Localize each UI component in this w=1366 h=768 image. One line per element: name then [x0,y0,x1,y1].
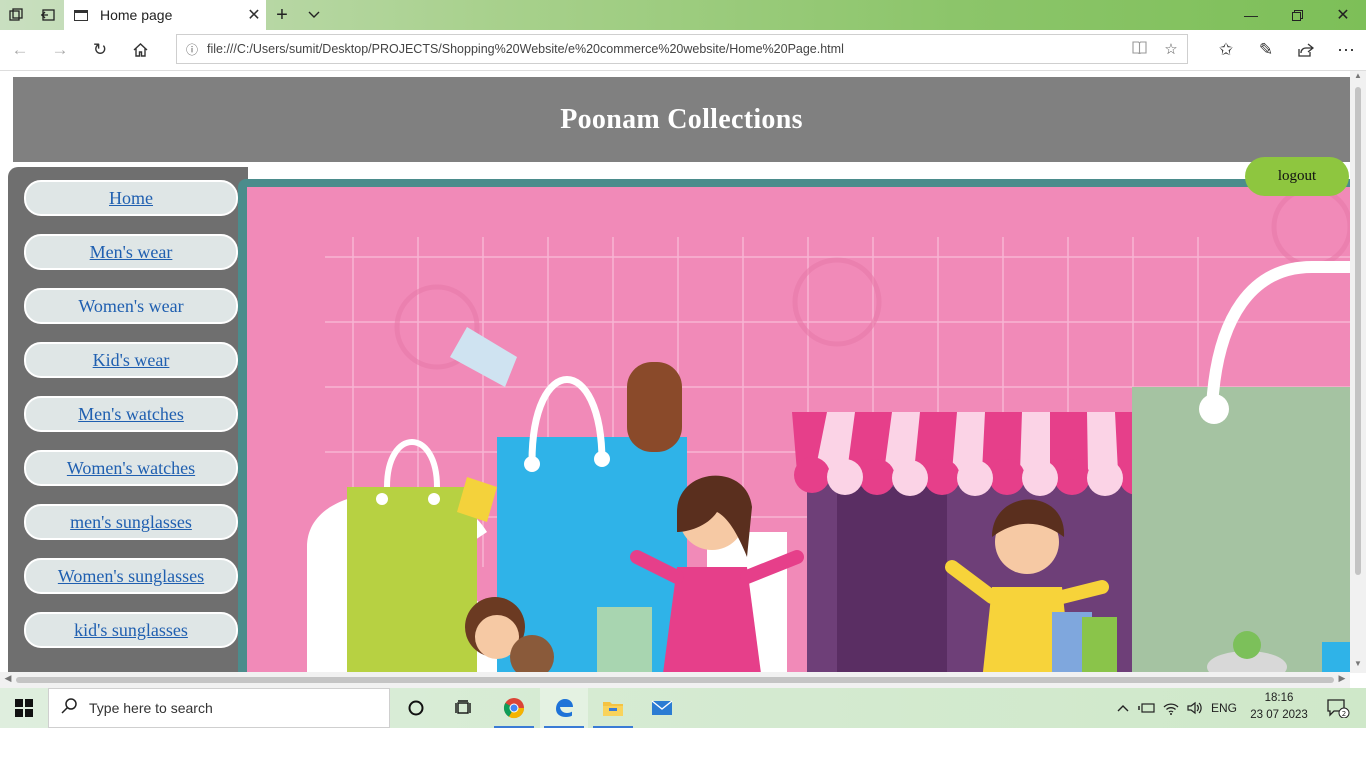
category-sidebar: Home Men's wear Women's wear Kid's wear … [8,167,248,687]
set-tabs-aside-icon[interactable] [32,0,64,30]
close-tab-icon[interactable]: ✕ [242,5,266,25]
tab-title: Home page [100,7,173,23]
page-viewport: Poonam Collections Home Men's wear Women… [0,71,1366,688]
shopping-illustration [247,187,1350,681]
info-icon[interactable]: ⓘ [177,41,207,58]
edge-icon[interactable] [540,688,588,728]
favorite-star-icon[interactable]: ☆ [1155,40,1187,58]
taskbar-clock[interactable]: 18:16 23 07 2023 [1244,690,1314,724]
taskbar-search-box[interactable]: Type here to search [48,688,390,728]
vertical-scrollbar[interactable]: ▲ ▼ [1350,71,1366,673]
reading-view-icon[interactable] [1123,40,1155,58]
header-divider [13,162,1350,165]
language-indicator[interactable]: ENG [1208,688,1240,728]
url-text: file:///C:/Users/sumit/Desktop/PROJECTS/… [207,42,844,56]
page-icon [74,9,88,21]
share-icon[interactable] [1292,36,1320,64]
nav-kids-sunglasses-link[interactable]: kid's sunglasses [24,612,238,648]
back-icon[interactable]: ← [6,36,34,64]
screen-bottom-area [0,728,1366,768]
nav-mens-sunglasses-link[interactable]: men's sunglasses [24,504,238,540]
new-tab-icon[interactable]: + [266,0,298,30]
notification-count: 2 [1342,710,1346,718]
favorites-list-icon[interactable]: ✩ [1212,36,1240,64]
tab-actions-icon[interactable] [0,0,32,30]
file-explorer-icon[interactable] [589,688,637,728]
scroll-up-icon[interactable]: ▲ [1350,71,1366,85]
site-title: Poonam Collections [560,103,803,135]
clock-date: 23 07 2023 [1250,709,1308,721]
vertical-scroll-thumb[interactable] [1355,87,1361,575]
search-icon [49,697,89,719]
shopping-banner-image [247,187,1350,681]
main-content-frame [238,179,1350,688]
clock-time: 18:16 [1264,692,1294,704]
windows-start-icon[interactable] [0,688,48,728]
horizontal-scroll-thumb[interactable] [16,677,1334,683]
nav-mens-watches-link[interactable]: Men's watches [24,396,238,432]
nav-home-link[interactable]: Home [24,180,238,216]
horizontal-scrollbar[interactable]: ◀ ▶ [0,672,1350,688]
mail-icon[interactable] [638,688,686,728]
action-center-icon[interactable]: 2 [1318,688,1358,728]
cortana-icon[interactable] [392,688,440,728]
home-icon[interactable] [126,36,154,64]
forward-icon[interactable]: → [46,36,74,64]
tab-preview-chevron-icon[interactable] [298,0,330,30]
more-menu-icon[interactable]: ⋯ [1332,36,1360,64]
battery-icon[interactable] [1136,688,1158,728]
close-window-icon[interactable]: ✕ [1320,0,1366,30]
scroll-down-icon[interactable]: ▼ [1350,659,1366,673]
chrome-icon[interactable] [490,688,538,728]
nav-womens-watches-link[interactable]: Women's watches [24,450,238,486]
browser-tab-active[interactable]: Home page ✕ [64,0,266,30]
address-bar[interactable]: ⓘ file:///C:/Users/sumit/Desktop/PROJECT… [176,34,1188,64]
scroll-left-icon[interactable]: ◀ [1,673,15,684]
browser-titlebar: Home page ✕ + — ✕ [0,0,1366,30]
scroll-right-icon[interactable]: ▶ [1335,673,1349,684]
wifi-icon[interactable] [1160,688,1182,728]
web-note-pen-icon[interactable]: ✎ [1252,36,1280,64]
nav-womens-wear-link[interactable]: Women's wear [24,288,238,324]
nav-womens-sunglasses-link[interactable]: Women's sunglasses [24,558,238,594]
volume-icon[interactable] [1184,688,1206,728]
windows-taskbar: Type here to search ENG 18:16 23 07 2023… [0,688,1366,728]
search-placeholder: Type here to search [89,700,213,716]
nav-kids-wear-link[interactable]: Kid's wear [24,342,238,378]
logout-button[interactable]: logout [1245,157,1349,196]
nav-mens-wear-link[interactable]: Men's wear [24,234,238,270]
show-hidden-icons-chevron[interactable] [1112,688,1134,728]
task-view-icon[interactable] [440,688,488,728]
restore-icon[interactable] [1274,0,1320,30]
browser-navbar: ← → ↻ ⓘ file:///C:/Users/sumit/Desktop/P… [0,30,1366,71]
minimize-icon[interactable]: — [1228,0,1274,30]
refresh-icon[interactable]: ↻ [86,36,114,64]
site-header: Poonam Collections [13,77,1350,162]
